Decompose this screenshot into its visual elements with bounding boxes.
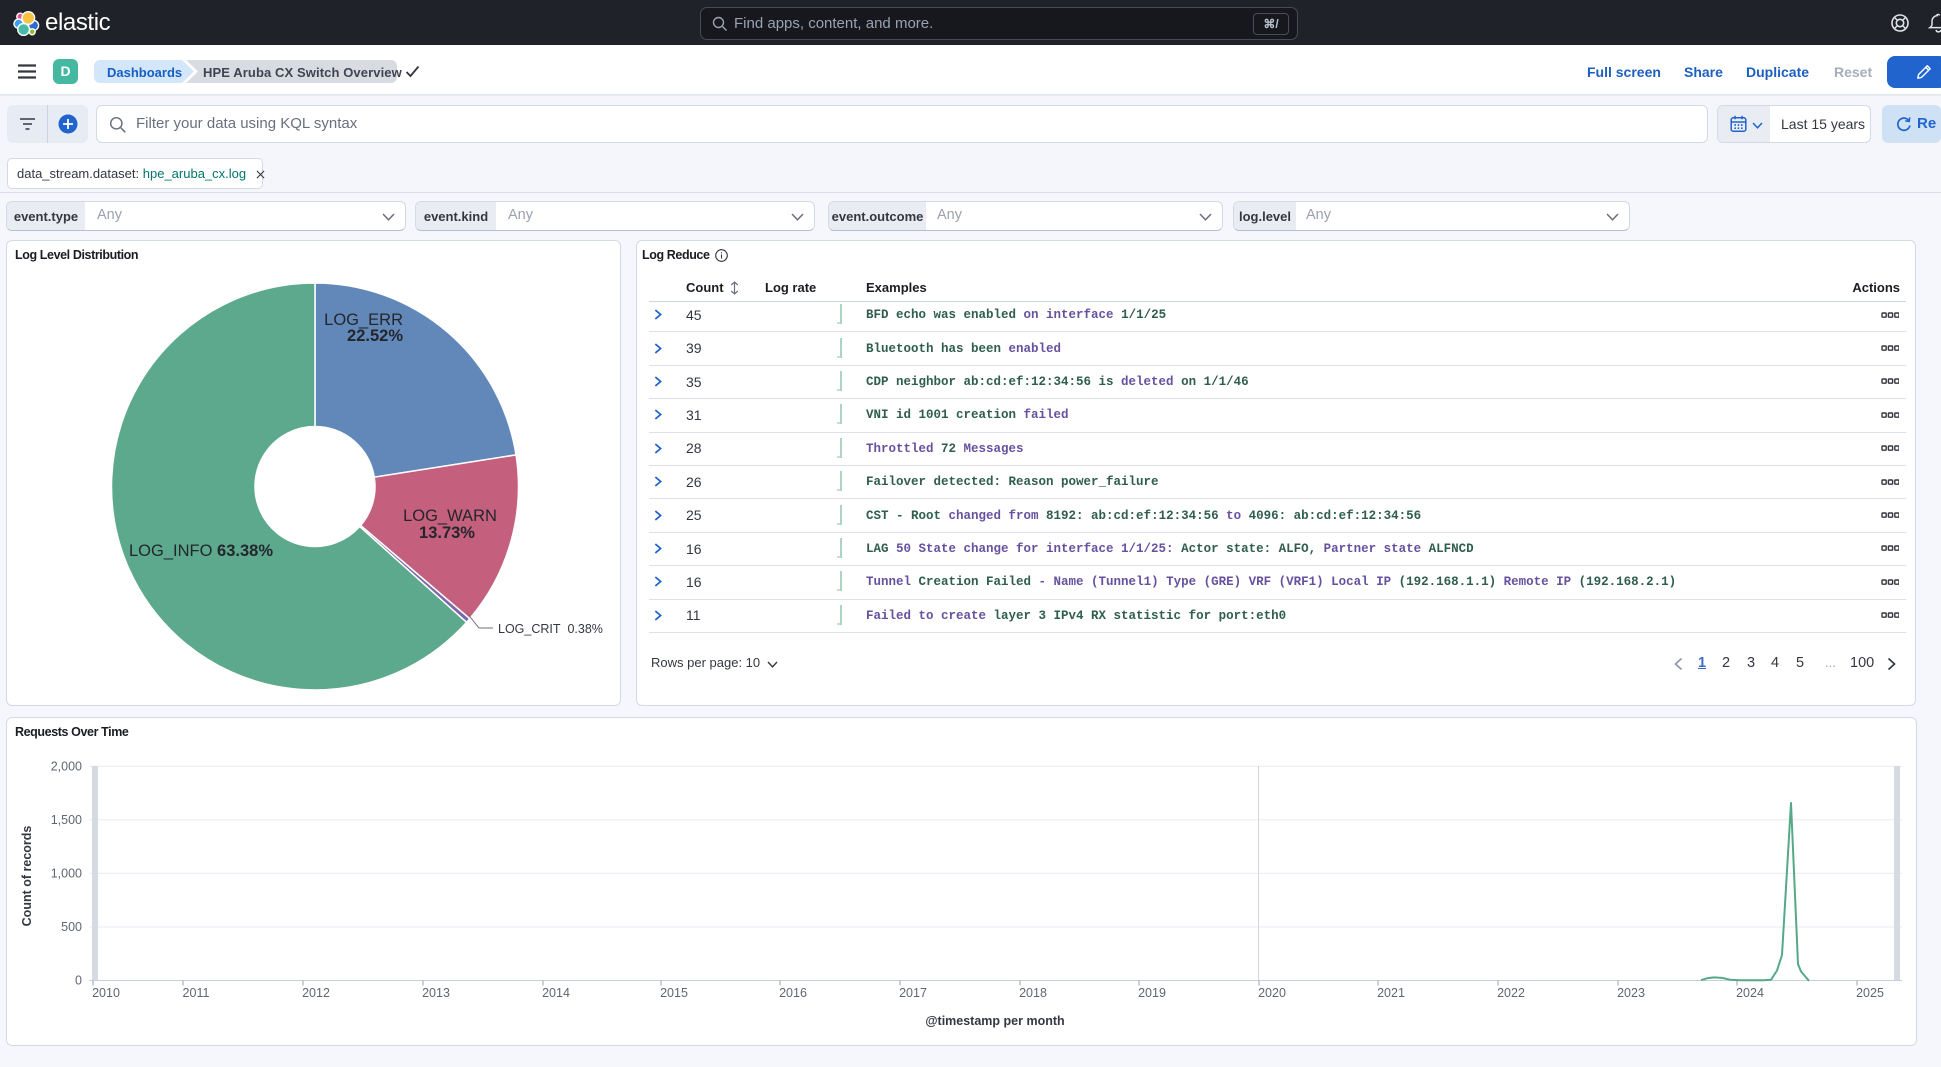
svg-text:22.52%: 22.52%	[347, 327, 403, 345]
svg-text:2022: 2022	[1497, 986, 1525, 1000]
svg-text:LOG_CRIT 0.38%: LOG_CRIT 0.38%	[498, 622, 603, 636]
svg-text:2024: 2024	[1736, 986, 1764, 1000]
svg-text:2011: 2011	[183, 986, 210, 1000]
svg-text:2014: 2014	[542, 986, 570, 1000]
svg-text:2018: 2018	[1019, 986, 1047, 1000]
svg-text:2012: 2012	[302, 986, 330, 1000]
svg-text:2021: 2021	[1377, 986, 1405, 1000]
svg-text:LOG_INFO 63.38%: LOG_INFO 63.38%	[129, 542, 273, 560]
svg-text:LOG_WARN: LOG_WARN	[403, 507, 497, 525]
svg-text:13.73%: 13.73%	[419, 524, 475, 542]
svg-text:1,500: 1,500	[51, 813, 82, 827]
svg-text:500: 500	[61, 920, 82, 934]
svg-text:2010: 2010	[92, 986, 120, 1000]
svg-text:2019: 2019	[1138, 986, 1166, 1000]
svg-text:0: 0	[75, 974, 82, 988]
svg-text:@timestamp per month: @timestamp per month	[925, 1014, 1064, 1028]
svg-text:1,000: 1,000	[51, 866, 82, 880]
svg-text:2025: 2025	[1856, 986, 1884, 1000]
svg-text:2015: 2015	[660, 986, 688, 1000]
svg-text:2,000: 2,000	[51, 759, 82, 773]
svg-text:2013: 2013	[422, 986, 450, 1000]
svg-text:Count of records: Count of records	[20, 826, 34, 927]
svg-text:2020: 2020	[1258, 986, 1286, 1000]
svg-text:2016: 2016	[779, 986, 807, 1000]
svg-text:2023: 2023	[1617, 986, 1645, 1000]
svg-text:2017: 2017	[899, 986, 927, 1000]
